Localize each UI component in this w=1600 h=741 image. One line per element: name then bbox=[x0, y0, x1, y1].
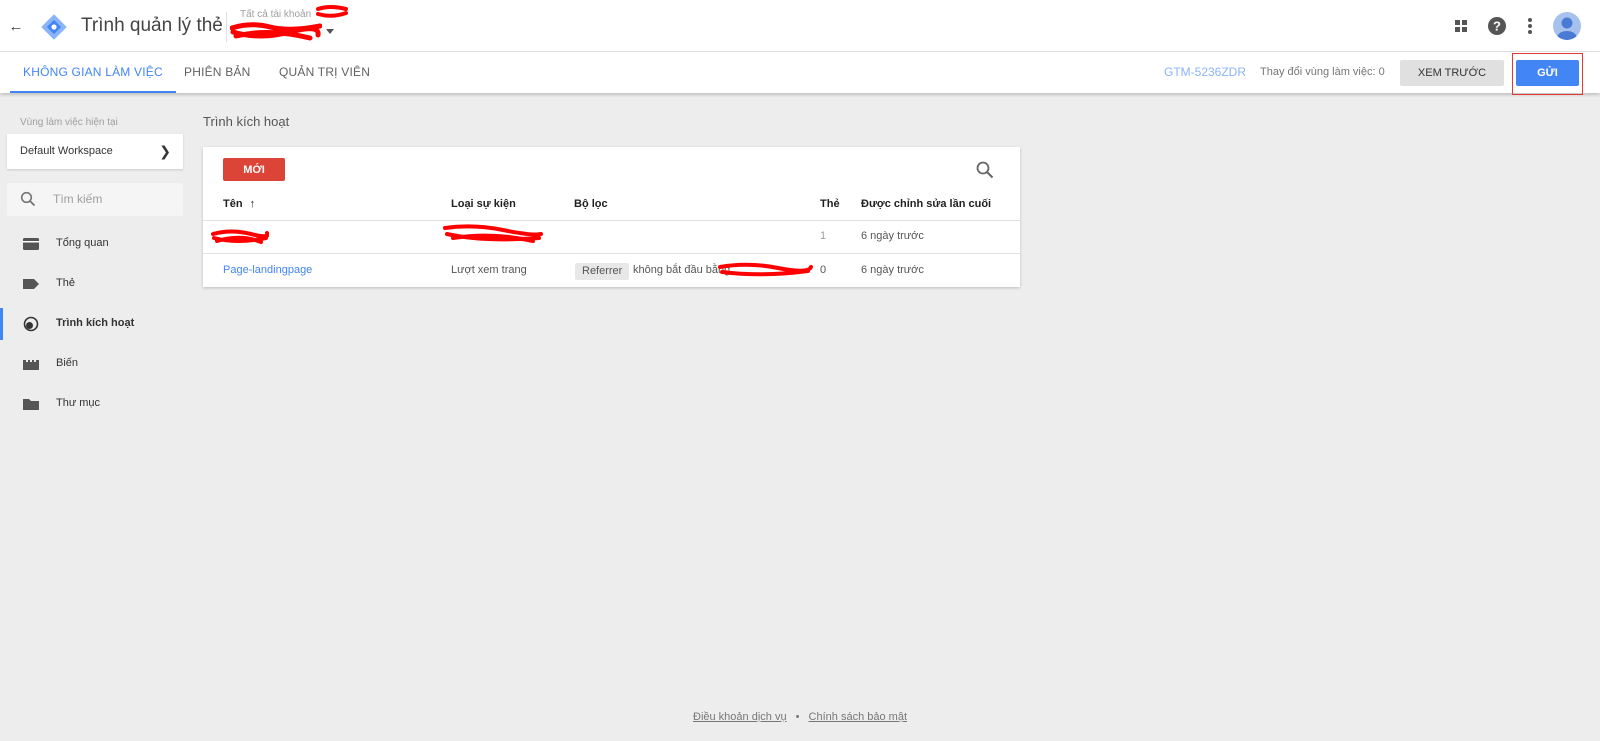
column-header-name[interactable]: Tên ↑ bbox=[223, 198, 255, 210]
more-vert-icon[interactable] bbox=[1520, 16, 1540, 36]
filter-condition: không bắt đầu bằng bbox=[633, 264, 731, 276]
terms-of-service-link[interactable]: Điều khoản dịch vụ bbox=[693, 711, 787, 723]
redacted-account-name[interactable] bbox=[230, 18, 322, 42]
footer: Điều khoản dịch vụ • Chính sách bảo mật bbox=[0, 711, 1600, 723]
sidebar-item-folders[interactable]: Thư mục bbox=[0, 386, 184, 422]
column-header-last-edited[interactable]: Được chỉnh sửa lần cuối bbox=[861, 198, 991, 210]
workspace-name: Default Workspace bbox=[20, 145, 113, 157]
folder-icon bbox=[23, 399, 39, 410]
current-workspace-label: Vùng làm việc hiện tại bbox=[20, 117, 118, 128]
new-trigger-button[interactable]: MỚI bbox=[223, 158, 285, 181]
preview-button[interactable]: XEM TRƯỚC bbox=[1400, 60, 1504, 86]
variable-icon bbox=[23, 360, 39, 370]
search-icon[interactable] bbox=[975, 160, 995, 180]
container-id-link[interactable]: GTM-5236ZDR bbox=[1164, 52, 1246, 93]
tag-icon bbox=[23, 279, 39, 289]
tag-count: 0 bbox=[820, 264, 827, 276]
privacy-policy-link[interactable]: Chính sách bảo mật bbox=[809, 711, 907, 723]
sidebar-item-triggers[interactable]: Trình kích hoạt bbox=[0, 306, 184, 342]
filter-variable-chip: Referrer bbox=[575, 263, 630, 280]
row-divider bbox=[203, 253, 1020, 254]
sidebar-item-label: Tổng quan bbox=[56, 237, 109, 249]
redacted-event-type bbox=[443, 224, 543, 243]
footer-separator: • bbox=[795, 711, 800, 723]
avatar-icon[interactable] bbox=[1553, 12, 1581, 40]
sidebar-search[interactable] bbox=[7, 183, 183, 216]
account-dropdown-caret[interactable] bbox=[326, 29, 334, 34]
sort-arrow-up-icon: ↑ bbox=[249, 198, 256, 210]
column-header-filter[interactable]: Bộ lọc bbox=[574, 198, 608, 210]
tab-versions[interactable]: PHIÊN BẢN bbox=[184, 52, 250, 93]
gtm-logo-icon[interactable] bbox=[40, 13, 68, 41]
triggers-table-card: MỚI Tên ↑ Loại sự kiện Bộ lọc Thẻ Được c… bbox=[203, 147, 1020, 287]
sidebar-search-input[interactable] bbox=[53, 190, 173, 208]
sidebar-item-label: Biến bbox=[56, 357, 79, 369]
sidebar-item-variables[interactable]: Biến bbox=[0, 346, 184, 382]
tag-count: 1 bbox=[820, 230, 827, 242]
redacted-trigger-name[interactable] bbox=[211, 226, 269, 246]
redacted-account-name-extra bbox=[316, 5, 348, 18]
trigger-name-link[interactable]: Page-landingpage bbox=[223, 264, 312, 276]
help-icon[interactable]: ? bbox=[1487, 16, 1507, 36]
search-icon bbox=[20, 191, 36, 207]
top-app-bar: ← Trình quản lý thẻ Tất cả tài khoản ? bbox=[0, 0, 1600, 52]
workspace-selector[interactable]: Default Workspace ❯ bbox=[7, 134, 183, 169]
sidebar-item-label: Thẻ bbox=[56, 277, 75, 289]
account-divider bbox=[226, 12, 227, 42]
submit-button[interactable]: GỬI bbox=[1516, 60, 1579, 86]
sidebar-item-tags[interactable]: Thẻ bbox=[0, 266, 184, 302]
page-title: Trình kích hoạt bbox=[203, 114, 290, 129]
last-edited: 6 ngày trước bbox=[861, 264, 924, 276]
column-header-event-type[interactable]: Loại sự kiện bbox=[451, 198, 516, 210]
row-divider bbox=[203, 220, 1020, 221]
trigger-icon bbox=[23, 316, 39, 332]
column-header-label: Tên bbox=[223, 198, 243, 210]
event-type: Lượt xem trang bbox=[451, 264, 527, 276]
sidebar-item-label: Thư mục bbox=[56, 397, 101, 409]
overview-icon bbox=[23, 238, 39, 250]
workspace-changes-count: Thay đổi vùng làm việc: 0 bbox=[1260, 66, 1385, 78]
column-header-tags[interactable]: Thẻ bbox=[820, 198, 840, 210]
app-title: Trình quản lý thẻ bbox=[81, 15, 223, 36]
apps-grid-icon[interactable] bbox=[1451, 16, 1471, 36]
back-arrow-icon[interactable]: ← bbox=[6, 16, 26, 36]
svg-text:?: ? bbox=[1493, 19, 1501, 34]
sidebar-item-label: Trình kích hoạt bbox=[56, 317, 135, 329]
redacted-filter-value bbox=[718, 262, 813, 277]
tab-admin[interactable]: QUẢN TRỊ VIÊN bbox=[279, 52, 370, 93]
chevron-right-icon: ❯ bbox=[159, 143, 171, 159]
sidebar-item-overview[interactable]: Tổng quan bbox=[0, 226, 184, 262]
last-edited: 6 ngày trước bbox=[861, 230, 924, 242]
workspace-tab-bar: KHÔNG GIAN LÀM VIỆC PHIÊN BẢN QUẢN TRỊ V… bbox=[0, 52, 1600, 93]
tab-workspace[interactable]: KHÔNG GIAN LÀM VIỆC bbox=[10, 52, 176, 93]
